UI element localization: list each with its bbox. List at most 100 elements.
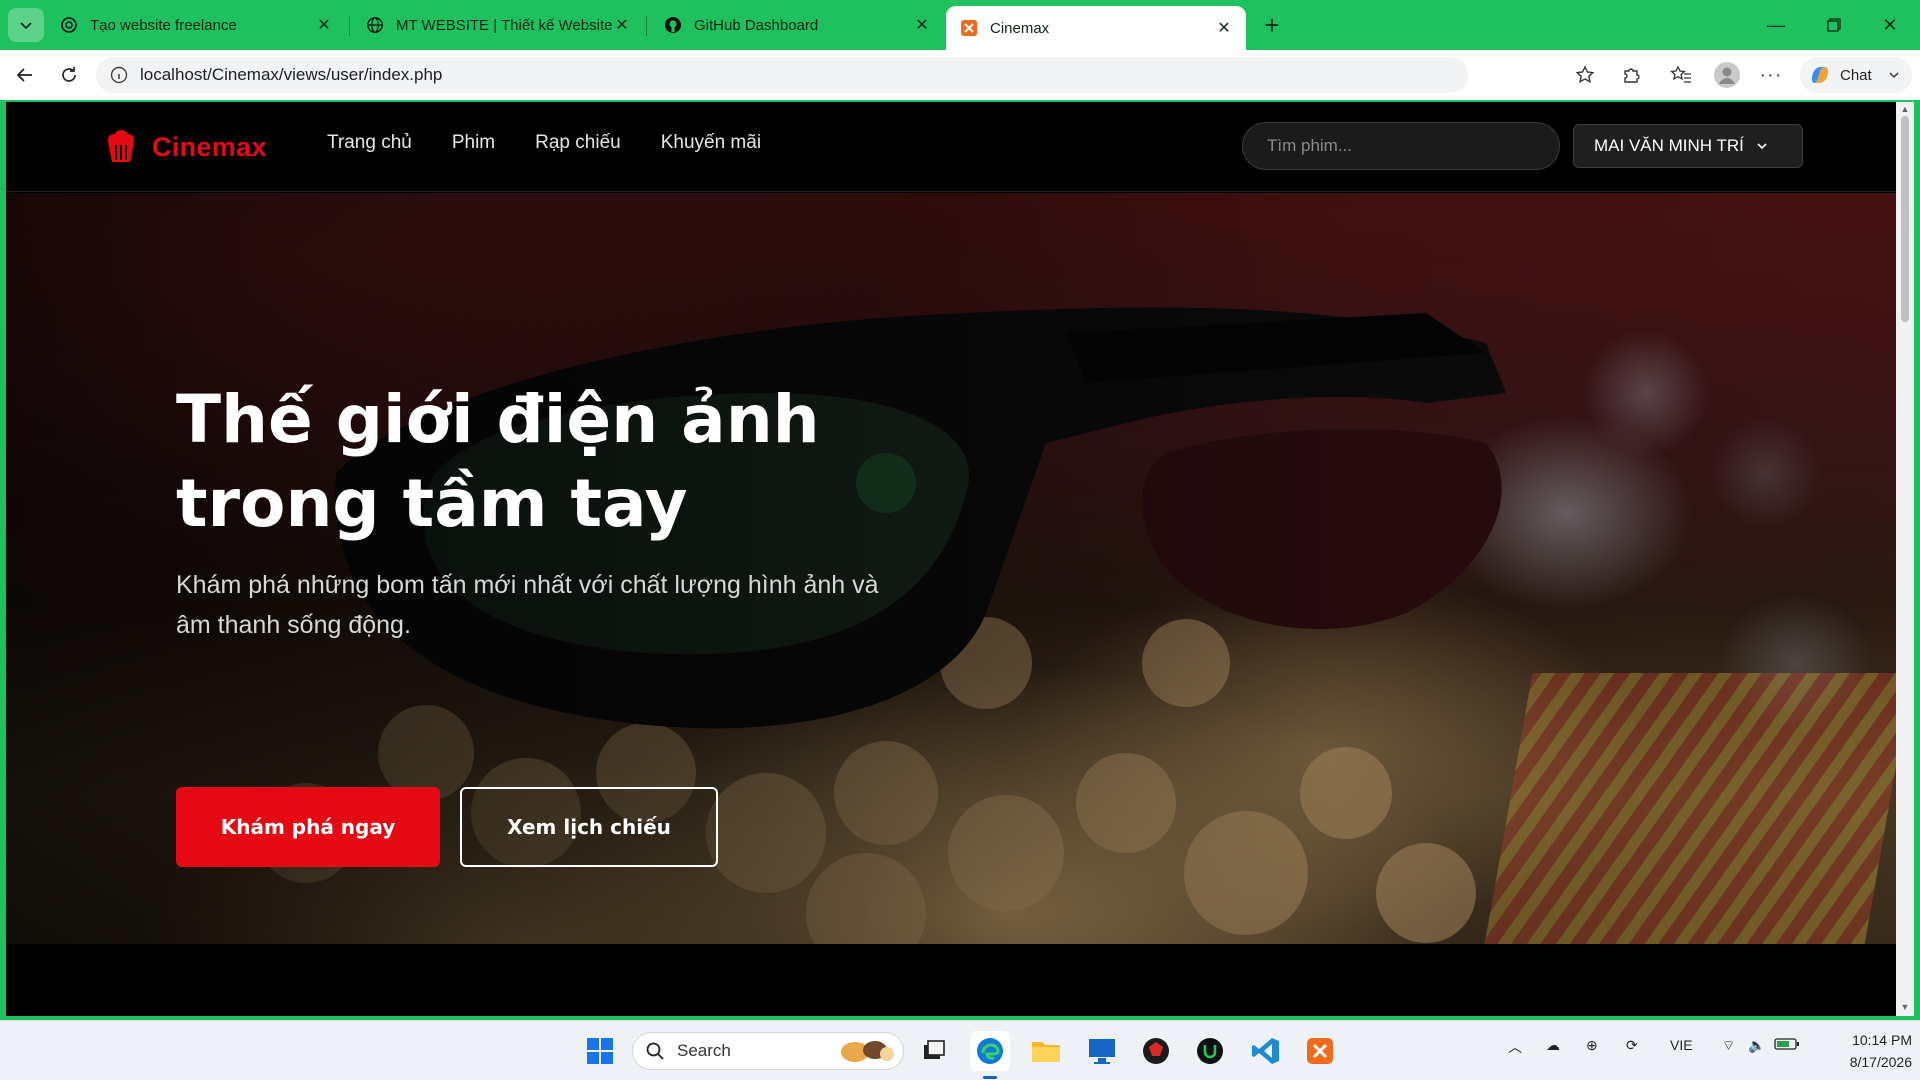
search-highlight-icon <box>841 1041 894 1062</box>
chevron-down-icon <box>1757 143 1767 150</box>
browser-toolbar: localhost/Cinemax/views/user/index.php ·… <box>0 50 1920 100</box>
favorites-icon <box>1670 65 1691 83</box>
view-schedule-button[interactable]: Xem lịch chiếu <box>460 787 718 867</box>
nav-home[interactable]: Trang chủ <box>327 132 412 154</box>
tab-actions-menu[interactable] <box>8 8 44 42</box>
tab-mt-website[interactable]: MT WEBSITE | Thiết kế Website chuẩn SEO … <box>352 6 644 44</box>
star-icon <box>1575 65 1595 84</box>
start-button[interactable] <box>580 1031 620 1071</box>
avatar-icon <box>1714 62 1740 88</box>
taskbar-clock[interactable]: 10:14 PM 8/17/2026 <box>1816 1029 1912 1073</box>
clock-date: 8/17/2026 <box>1849 1054 1912 1070</box>
volume-icon[interactable]: 🔈 <box>1748 1037 1765 1054</box>
windows-icon <box>587 1038 613 1064</box>
app-red-taskbar-button[interactable] <box>1136 1031 1176 1071</box>
explore-now-button[interactable]: Khám phá ngay <box>176 787 440 867</box>
settings-more-button[interactable]: ··· <box>1756 60 1786 90</box>
reload-icon <box>62 67 76 82</box>
user-menu-button[interactable]: MAI VĂN MINH TRÍ <box>1573 124 1803 168</box>
scroll-down-icon[interactable]: ▼ <box>1900 1002 1910 1012</box>
restore-button[interactable] <box>1814 10 1854 40</box>
tab-divider <box>349 16 350 36</box>
extensions-button[interactable] <box>1616 60 1646 90</box>
nav-cinemas[interactable]: Rạp chiếu <box>535 132 621 154</box>
wifi-icon[interactable]: ⌔ <box>1722 1037 1735 1055</box>
close-icon[interactable]: ✕ <box>1214 18 1234 38</box>
popcorn-icon <box>108 130 134 162</box>
info-icon <box>110 66 128 84</box>
address-bar[interactable]: localhost/Cinemax/views/user/index.php <box>96 57 1468 93</box>
chevron-down-icon <box>1889 72 1899 79</box>
xampp-icon <box>960 19 978 37</box>
movie-search-input[interactable] <box>1242 122 1560 170</box>
arrow-left-icon <box>16 68 32 82</box>
hero-title-line-2: trong tầm tay <box>176 465 688 542</box>
windows-taskbar: Search ︿ ☁ ⊕ ⟳ VIE ⌔ 🔈 10:14 PM 8/17/202… <box>0 1020 1920 1080</box>
tab-github[interactable]: GitHub Dashboard ✕ <box>650 6 944 44</box>
hero-title-line-1: Thế giới điện ảnh <box>176 381 820 458</box>
xampp-taskbar-button[interactable] <box>1300 1031 1340 1071</box>
copilot-icon <box>1812 67 1828 83</box>
github-icon <box>664 16 682 34</box>
xampp-icon <box>1307 1038 1333 1064</box>
brand-name: Cinemax <box>152 131 267 162</box>
minimize-button[interactable]: — <box>1756 10 1796 40</box>
page-viewport: Cinemax Trang chủ Phim Rạp chiếu Khuyến … <box>6 102 1896 1016</box>
nav-movies[interactable]: Phim <box>452 132 495 154</box>
monitor-icon <box>1089 1039 1115 1064</box>
favorites-button[interactable] <box>1666 60 1696 90</box>
tab-cinemax[interactable]: Cinemax ✕ <box>946 6 1246 50</box>
tab-title: Tạo website freelance <box>90 16 237 34</box>
search-icon <box>646 1042 664 1060</box>
edge-taskbar-button[interactable] <box>970 1031 1010 1071</box>
browser-tab-strip: Tạo website freelance ✕ MT WEBSITE | Thi… <box>0 0 1920 50</box>
profile-button[interactable] <box>1712 60 1742 90</box>
site-header: Cinemax Trang chủ Phim Rạp chiếu Khuyến … <box>6 102 1896 192</box>
tab-title: Cinemax <box>990 19 1050 37</box>
file-explorer-button[interactable] <box>1026 1031 1066 1071</box>
restore-icon <box>1827 18 1841 32</box>
chat-label: Chat <box>1840 66 1872 84</box>
folder-icon <box>1032 1042 1060 1062</box>
vscode-taskbar-button[interactable] <box>1246 1031 1286 1071</box>
tab-title: MT WEBSITE | Thiết kế Website chuẩn SEO <box>396 16 612 34</box>
page-content-below-hero <box>6 944 1896 1016</box>
back-button[interactable] <box>10 60 40 90</box>
cloud-icon[interactable]: ☁ <box>1546 1037 1560 1054</box>
task-view-button[interactable] <box>914 1031 954 1071</box>
close-icon: ✕ <box>1882 14 1898 35</box>
chevron-up-icon[interactable]: ︿ <box>1508 1037 1522 1057</box>
hero-banner: Thế giới điện ảnh trong tầm tay Khám phá… <box>6 193 1896 944</box>
new-tab-button[interactable]: + <box>1258 9 1286 40</box>
taskbar-search[interactable]: Search <box>632 1032 904 1070</box>
hero-title: Thế giới điện ảnh trong tầm tay <box>176 378 976 546</box>
language-indicator[interactable]: VIE <box>1670 1037 1693 1053</box>
close-window-button[interactable]: ✕ <box>1870 10 1910 40</box>
page-scrollbar[interactable]: ▲ ▼ <box>1896 102 1914 1016</box>
reload-button[interactable] <box>54 60 84 90</box>
download-icon[interactable]: ⊕ <box>1586 1037 1598 1054</box>
minimize-icon: — <box>1767 14 1785 35</box>
upwork-taskbar-button[interactable] <box>1190 1031 1230 1071</box>
scroll-up-icon[interactable]: ▲ <box>1900 104 1910 114</box>
scrollbar-thumb[interactable] <box>1901 116 1909 322</box>
nav-promotions[interactable]: Khuyến mãi <box>661 132 761 154</box>
close-icon[interactable]: ✕ <box>912 15 932 35</box>
task-view-icon <box>924 1040 945 1059</box>
hero-subtitle-line-1: Khám phá những bom tấn mới nhất với chất… <box>176 571 879 599</box>
user-name: MAI VĂN MINH TRÍ <box>1594 136 1744 155</box>
clock-time: 10:14 PM <box>1852 1032 1912 1048</box>
battery-icon[interactable] <box>1774 1037 1800 1054</box>
tab-tao-website[interactable]: Tạo website freelance ✕ <box>46 6 346 44</box>
close-icon[interactable]: ✕ <box>612 15 632 35</box>
copilot-chat-button[interactable]: Chat <box>1800 57 1912 93</box>
favorite-button[interactable] <box>1570 60 1600 90</box>
tab-divider <box>646 16 647 36</box>
globe-icon <box>366 16 384 34</box>
plus-icon: + <box>1264 9 1280 40</box>
brand-logo[interactable]: Cinemax <box>102 126 267 168</box>
close-icon[interactable]: ✕ <box>314 15 334 35</box>
remote-desktop-button[interactable] <box>1082 1031 1122 1071</box>
search-label: Search <box>677 1041 731 1060</box>
sync-icon[interactable]: ⟳ <box>1626 1037 1638 1054</box>
